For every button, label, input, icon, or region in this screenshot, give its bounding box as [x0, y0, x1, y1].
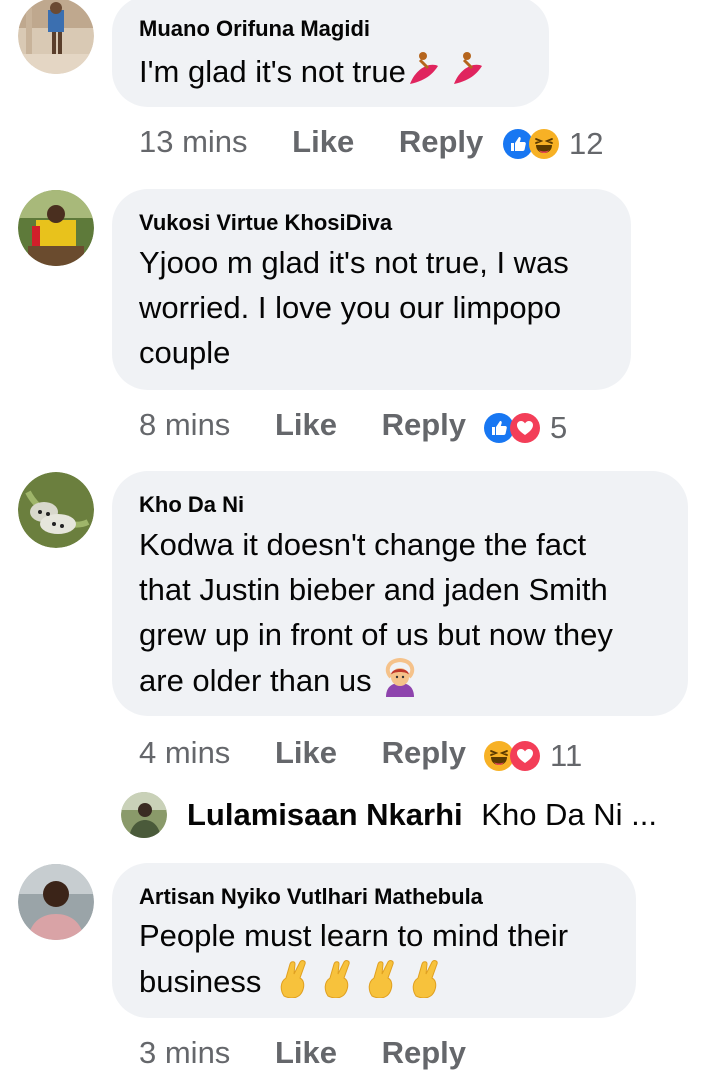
comment-text-line: Yjooo m glad it's not true, I was: [139, 245, 569, 280]
comment-timestamp[interactable]: 3 mins: [139, 1035, 230, 1070]
avatar-photo: [18, 864, 94, 940]
comment-timestamp[interactable]: 4 mins: [139, 735, 230, 770]
comment-timestamp[interactable]: 8 mins: [139, 407, 230, 442]
reply-avatar[interactable]: [121, 792, 167, 838]
comment-text-line: I'm glad it's not true: [139, 54, 406, 90]
comment-text-line: worried. I love you our limpopo: [139, 290, 562, 325]
reaction-summary[interactable]: 5: [484, 410, 567, 446]
reply-author[interactable]: Lulamisaan Nkarhi: [187, 797, 463, 832]
comment-author[interactable]: Artisan Nyiko Vutlhari Mathebula: [139, 884, 483, 910]
avatar[interactable]: [18, 864, 94, 940]
comment-text: business: [139, 958, 446, 1010]
comment-author[interactable]: Vukosi Virtue KhosiDiva: [139, 210, 392, 236]
haha-icon: [529, 129, 559, 159]
comment-text: are older than us: [139, 657, 420, 709]
like-button[interactable]: Like: [292, 124, 354, 159]
like-button[interactable]: Like: [275, 1035, 337, 1070]
comment-timestamp[interactable]: 13 mins: [139, 124, 248, 159]
reaction-summary[interactable]: 12: [503, 126, 603, 162]
comment-text-line: People must learn to mind their: [139, 918, 569, 953]
dancer-emoji: [406, 48, 486, 100]
reply-button[interactable]: Reply: [399, 124, 483, 159]
fingers-crossed-emoji: [276, 958, 446, 1010]
avatar[interactable]: [18, 190, 94, 266]
reply-preview[interactable]: Lulamisaan Nkarhi Kho Da Ni ...: [187, 797, 657, 833]
love-icon: [510, 741, 540, 771]
avatar-photo: [18, 0, 94, 74]
comment-text-line: couple: [139, 335, 231, 370]
comment-actions: 13 mins Like Reply: [139, 124, 483, 160]
avatar[interactable]: [18, 0, 94, 74]
comment-text-line: business: [139, 964, 262, 1000]
comment-text-line: that Justin bieber and jaden Smith: [139, 572, 608, 607]
like-button[interactable]: Like: [275, 735, 337, 770]
comment-text: I'm glad it's not true: [139, 48, 486, 100]
reaction-count: 11: [550, 738, 583, 773]
reply-button[interactable]: Reply: [382, 407, 466, 442]
reaction-summary[interactable]: 11: [484, 738, 582, 774]
reply-button[interactable]: Reply: [382, 735, 466, 770]
avatar-photo: [18, 472, 94, 548]
avatar-photo: [121, 792, 167, 838]
comment-author[interactable]: Muano Orifuna Magidi: [139, 16, 370, 42]
woman-gesturing-ok-emoji: [380, 657, 420, 709]
love-icon: [510, 413, 540, 443]
like-button[interactable]: Like: [275, 407, 337, 442]
comment-text-line: grew up in front of us but now they: [139, 617, 613, 652]
reaction-count: 5: [550, 410, 568, 445]
reaction-count: 12: [569, 126, 604, 161]
comment-text-line: Kodwa it doesn't change the fact: [139, 527, 587, 562]
reply-button[interactable]: Reply: [382, 1035, 466, 1070]
comment-author[interactable]: Kho Da Ni: [139, 492, 244, 518]
avatar-photo: [18, 190, 94, 266]
reply-snippet[interactable]: Kho Da Ni ...: [481, 797, 657, 832]
comment-actions: 3 mins Like Reply: [139, 1035, 466, 1071]
comment-actions: 4 mins Like Reply: [139, 735, 466, 771]
avatar[interactable]: [18, 472, 94, 548]
comment-text-line: are older than us: [139, 663, 372, 699]
comment-actions: 8 mins Like Reply: [139, 407, 466, 443]
